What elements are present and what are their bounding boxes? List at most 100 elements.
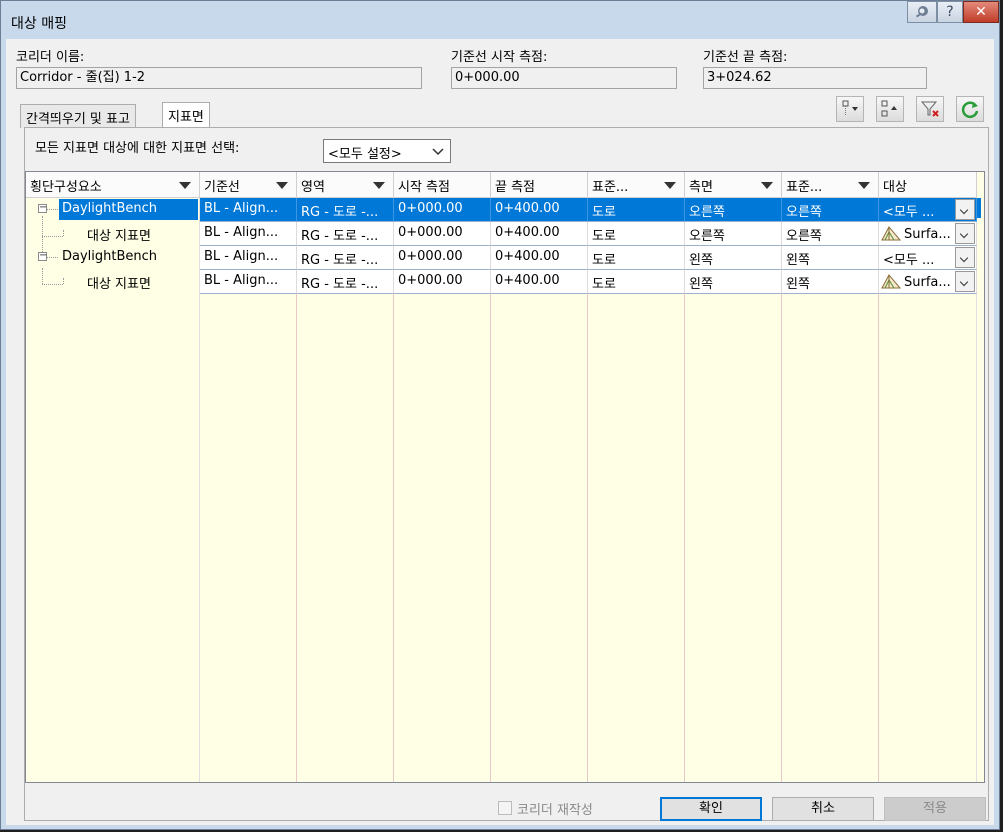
region-cell: RG - 도로 -... xyxy=(297,222,394,246)
target-cell[interactable]: Surfa... xyxy=(879,270,977,294)
target-cell[interactable]: <모두 ... xyxy=(879,246,977,270)
region-cell: RG - 도로 -... xyxy=(297,246,394,270)
dialog-client-area: 코리더 이름: Corridor - 줄(집) 1-2 기준선 시작 측점: 0… xyxy=(6,39,994,825)
tree-node-label: DaylightBench xyxy=(59,199,198,220)
column-header-baseline[interactable]: 기준선 xyxy=(200,172,297,198)
refresh-button[interactable] xyxy=(956,96,984,122)
surface-icon xyxy=(881,226,901,241)
region-cell: RG - 도로 -... xyxy=(297,198,394,222)
rebuild-corridor-checkbox[interactable] xyxy=(498,801,512,815)
side-cell: 오른쪽 xyxy=(685,222,782,246)
column-header-assembly[interactable]: 표준... xyxy=(588,172,685,198)
rebuild-corridor-label: 코리더 재작성 xyxy=(517,803,593,818)
chevron-down-icon xyxy=(432,148,444,156)
collapse-node-icon[interactable]: − xyxy=(38,203,47,213)
target-cell[interactable]: Surfa... xyxy=(879,222,977,246)
subassembly-side-cell: 왼쪽 xyxy=(782,270,879,294)
close-button[interactable]: ✕ xyxy=(963,1,999,23)
tree-node-label: 대상 지표면 xyxy=(87,229,151,244)
column-header-start-station[interactable]: 시작 측점 xyxy=(394,172,491,198)
surface-select-value: <모두 설정> xyxy=(328,147,402,162)
filter-arrow-icon[interactable] xyxy=(179,182,191,189)
expand-tree-button[interactable] xyxy=(836,96,864,122)
column-header-region[interactable]: 영역 xyxy=(297,172,394,198)
start-station-field: 0+000.00 xyxy=(451,67,677,89)
filter-arrow-icon[interactable] xyxy=(276,182,288,189)
cancel-button[interactable]: 취소 xyxy=(772,797,874,821)
column-header-target[interactable]: 대상 xyxy=(879,172,977,198)
start-station-cell: 0+000.00 xyxy=(394,222,491,246)
target-value: Surfa... xyxy=(904,275,951,290)
start-station-label: 기준선 시작 측점: xyxy=(451,50,548,65)
table-row[interactable]: − DaylightBench BL - Align... RG - 도로 -.… xyxy=(26,198,984,222)
end-station-cell: 0+400.00 xyxy=(491,222,588,246)
target-value: <모두 ... xyxy=(883,253,935,268)
subassembly-side-cell: 오른쪽 xyxy=(782,222,879,246)
dialog-title: 대상 매핑 xyxy=(11,16,67,32)
assembly-cell: 도로 xyxy=(588,270,685,294)
corridor-name-field: Corridor - 줄(집) 1-2 xyxy=(16,67,422,89)
baseline-cell: BL - Align... xyxy=(200,270,297,294)
column-header-subassembly-side[interactable]: 표준... xyxy=(782,172,879,198)
target-value: <모두 ... xyxy=(883,205,935,220)
corridor-name-label: 코리더 이름: xyxy=(16,50,85,65)
side-cell: 왼쪽 xyxy=(685,246,782,270)
target-dropdown-button[interactable] xyxy=(955,247,975,268)
expand-tree-icon xyxy=(842,100,858,115)
end-station-cell: 0+400.00 xyxy=(491,198,588,222)
start-station-cell: 0+000.00 xyxy=(394,246,491,270)
side-cell: 오른쪽 xyxy=(685,198,782,222)
collapse-node-icon[interactable]: − xyxy=(38,251,47,261)
table-row[interactable]: − DaylightBench BL - Align... RG - 도로 -.… xyxy=(26,246,984,270)
surface-icon xyxy=(881,274,901,289)
filter-arrow-icon[interactable] xyxy=(373,182,385,189)
target-dropdown-button[interactable] xyxy=(955,199,975,220)
tree-connector xyxy=(47,257,58,258)
tree-node-label: DaylightBench xyxy=(62,249,158,264)
surface-select-dropdown[interactable]: <모두 설정> xyxy=(323,139,451,163)
filter-arrow-icon[interactable] xyxy=(664,182,676,189)
filter-arrow-icon[interactable] xyxy=(761,182,773,189)
end-station-cell: 0+400.00 xyxy=(491,246,588,270)
tree-node-label: 대상 지표면 xyxy=(87,277,151,292)
column-header-side[interactable]: 측면 xyxy=(685,172,782,198)
collapse-tree-icon xyxy=(881,100,897,117)
column-header-end-station[interactable]: 끝 측점 xyxy=(491,172,588,198)
table-row[interactable]: 대상 지표면 BL - Align... RG - 도로 -... 0+000.… xyxy=(26,270,984,294)
tree-connector xyxy=(47,209,58,210)
target-cell[interactable]: <모두 ... xyxy=(879,198,977,222)
target-dropdown-button[interactable] xyxy=(955,223,975,244)
target-dropdown-button[interactable] xyxy=(955,271,975,292)
title-bar: 대상 매핑 ? ✕ xyxy=(1,1,999,39)
baseline-cell: BL - Align... xyxy=(200,246,297,270)
assembly-cell: 도로 xyxy=(588,222,685,246)
apply-button[interactable]: 적용 xyxy=(884,797,986,821)
side-cell: 왼쪽 xyxy=(685,270,782,294)
subassembly-side-cell: 오른쪽 xyxy=(782,198,879,222)
filter-arrow-icon[interactable] xyxy=(858,182,870,189)
assembly-cell: 도로 xyxy=(588,246,685,270)
start-station-cell: 0+000.00 xyxy=(394,270,491,294)
target-mapping-dialog: 대상 매핑 ? ✕ 코리더 이름: Corridor - 줄(집) 1-2 기준… xyxy=(0,0,1000,830)
baseline-cell: BL - Align... xyxy=(200,222,297,246)
surface-select-label: 모든 지표면 대상에 대한 지표면 선택: xyxy=(35,141,240,156)
subassembly-side-cell: 왼쪽 xyxy=(782,246,879,270)
region-cell: RG - 도로 -... xyxy=(297,270,394,294)
table-row[interactable]: 대상 지표면 BL - Align... RG - 도로 -... 0+000.… xyxy=(26,222,984,246)
baseline-cell: BL - Align... xyxy=(200,198,297,222)
tab-surfaces[interactable]: 지표면 xyxy=(162,102,210,128)
collapse-tree-button[interactable] xyxy=(876,96,904,122)
refresh-icon xyxy=(961,101,979,118)
end-station-label: 기준선 끝 측점: xyxy=(703,50,788,65)
clear-filter-button[interactable] xyxy=(916,96,944,122)
pin-button[interactable] xyxy=(907,1,937,23)
tab-offset-elevation[interactable]: 간격띄우기 및 표고 xyxy=(20,104,136,128)
clear-filter-icon xyxy=(920,101,939,117)
ok-button[interactable]: 확인 xyxy=(660,797,762,821)
start-station-cell: 0+000.00 xyxy=(394,198,491,222)
end-station-cell: 0+400.00 xyxy=(491,270,588,294)
column-header-subassembly[interactable]: 횡단구성요소 xyxy=(26,172,200,198)
target-value: Surfa... xyxy=(904,227,951,242)
help-button[interactable]: ? xyxy=(937,1,963,23)
pin-icon xyxy=(915,6,928,18)
